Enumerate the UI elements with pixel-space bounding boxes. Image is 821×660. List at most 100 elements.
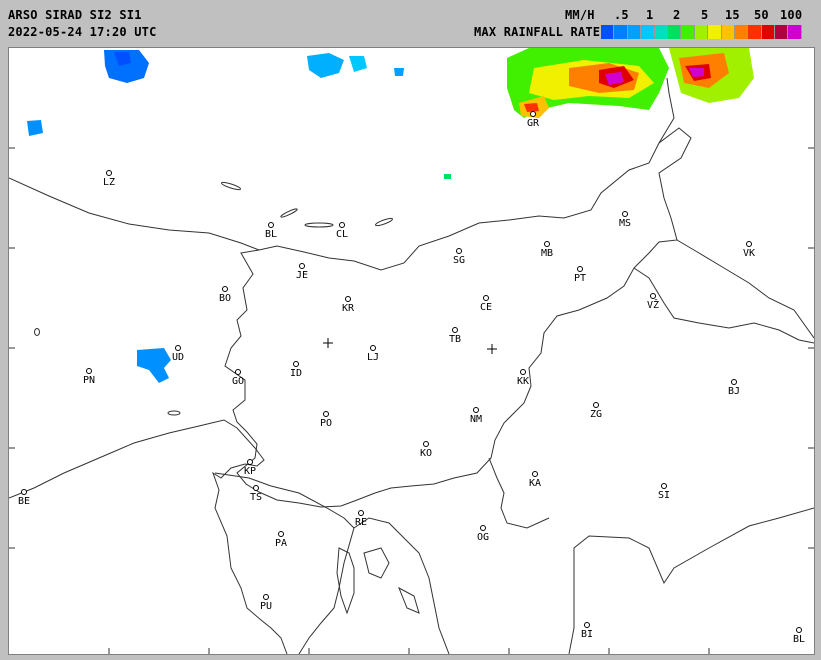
city-marker-icon [456,248,462,254]
austria-border [9,177,260,251]
city-label: MS [618,218,632,229]
city-label: PU [259,601,273,612]
city-label: GR [526,118,540,129]
city-marker-icon [263,594,269,600]
legend-swatch [748,25,762,39]
city-label: ID [289,368,303,379]
city-label: GO [231,376,245,387]
city-marker-icon [584,622,590,628]
city-marker-icon [358,510,364,516]
city-label: BE [17,496,31,507]
city-label: KP [243,466,257,477]
legend-swatch [694,25,709,39]
bosnia-border [568,507,814,654]
scale-label: 5 [701,8,709,22]
city-marker-icon [650,293,656,299]
city-label: LZ [102,177,116,188]
city-marker-icon [323,411,329,417]
city-label: BO [218,293,232,304]
scale-label: .5 [614,8,629,22]
croatia-coast [298,517,450,654]
legend-swatch [601,25,615,39]
city-marker-icon [473,407,479,413]
city-marker-icon [345,296,351,302]
coastline [9,419,288,654]
city-marker-icon [577,266,583,272]
radar-map[interactable]: LZ BL CL MS MB VK SG PT JE BO KR CE VŽ TB LJ UD PN GO ID KK… [8,47,815,655]
city-label: CE [479,302,493,313]
city-marker-icon [622,211,628,217]
legend-swatch [721,25,735,39]
legend-swatch [775,25,789,39]
legend-swatch [667,25,682,39]
city-label: SI [657,490,671,501]
city-label: BJ [727,386,741,397]
scale-label: 1 [646,8,654,22]
city-label: BL [264,229,278,240]
scale-label: 15 [725,8,740,22]
island-rab [398,586,420,614]
city-marker-icon [86,368,92,374]
city-marker-icon [21,489,27,495]
legend-swatch [788,25,802,39]
rainfall-color-legend [601,25,802,39]
city-marker-icon [661,483,667,489]
city-marker-icon [253,485,259,491]
city-label: KA [528,478,542,489]
product-title: ARSO SIRAD SI2 SI1 [8,8,142,22]
city-label: ZG [589,409,603,420]
city-label: CL [335,229,349,240]
slovenia-border [224,127,692,508]
city-marker-icon [480,525,486,531]
city-label: KK [516,376,530,387]
city-marker-icon [796,627,802,633]
scale-label: 100 [780,8,803,22]
city-marker-icon [247,459,253,465]
city-label: OG [476,532,490,543]
city-label: NM [469,414,483,425]
legend-swatch [761,25,776,39]
legend-swatch [654,25,668,39]
city-marker-icon [452,327,458,333]
unit-label: MM/H [565,8,595,22]
city-marker-icon [530,111,536,117]
croatia-inner-border [488,457,550,529]
city-marker-icon [483,295,489,301]
istria-border [214,472,355,529]
map-outlines [9,48,814,654]
city-marker-icon [268,222,274,228]
scale-label: 50 [754,8,769,22]
city-marker-icon [532,471,538,477]
city-marker-icon [175,345,181,351]
city-label: BI [580,629,594,640]
city-label: BL [792,634,806,645]
precipitation-echoes [27,48,754,383]
scale-label: 2 [673,8,681,22]
city-marker-icon [746,241,752,247]
city-marker-icon [731,379,737,385]
city-label: VK [742,248,756,259]
legend-swatch [734,25,749,39]
city-label: PN [82,375,96,386]
city-marker-icon [593,402,599,408]
legend-swatch [708,25,722,39]
legend-swatch [627,25,642,39]
city-marker-icon [299,263,305,269]
city-label: RE [354,517,368,528]
city-marker-icon [106,170,112,176]
city-label: VŽ [646,300,660,311]
city-label: PT [573,273,587,284]
city-marker-icon [520,369,526,375]
radar-site-markers [323,338,497,354]
city-label: SG [452,255,466,266]
island-krk [363,547,390,579]
city-label: TS [249,492,263,503]
legend-title: MAX RAINFALL RATE [474,25,601,39]
city-label: MB [540,248,554,259]
timestamp: 2022-05-24 17:20 UTC [8,25,157,39]
croatia-border [633,267,814,344]
city-label: LJ [366,352,380,363]
city-label: JE [295,270,309,281]
city-marker-icon [370,345,376,351]
city-label: PO [319,418,333,429]
